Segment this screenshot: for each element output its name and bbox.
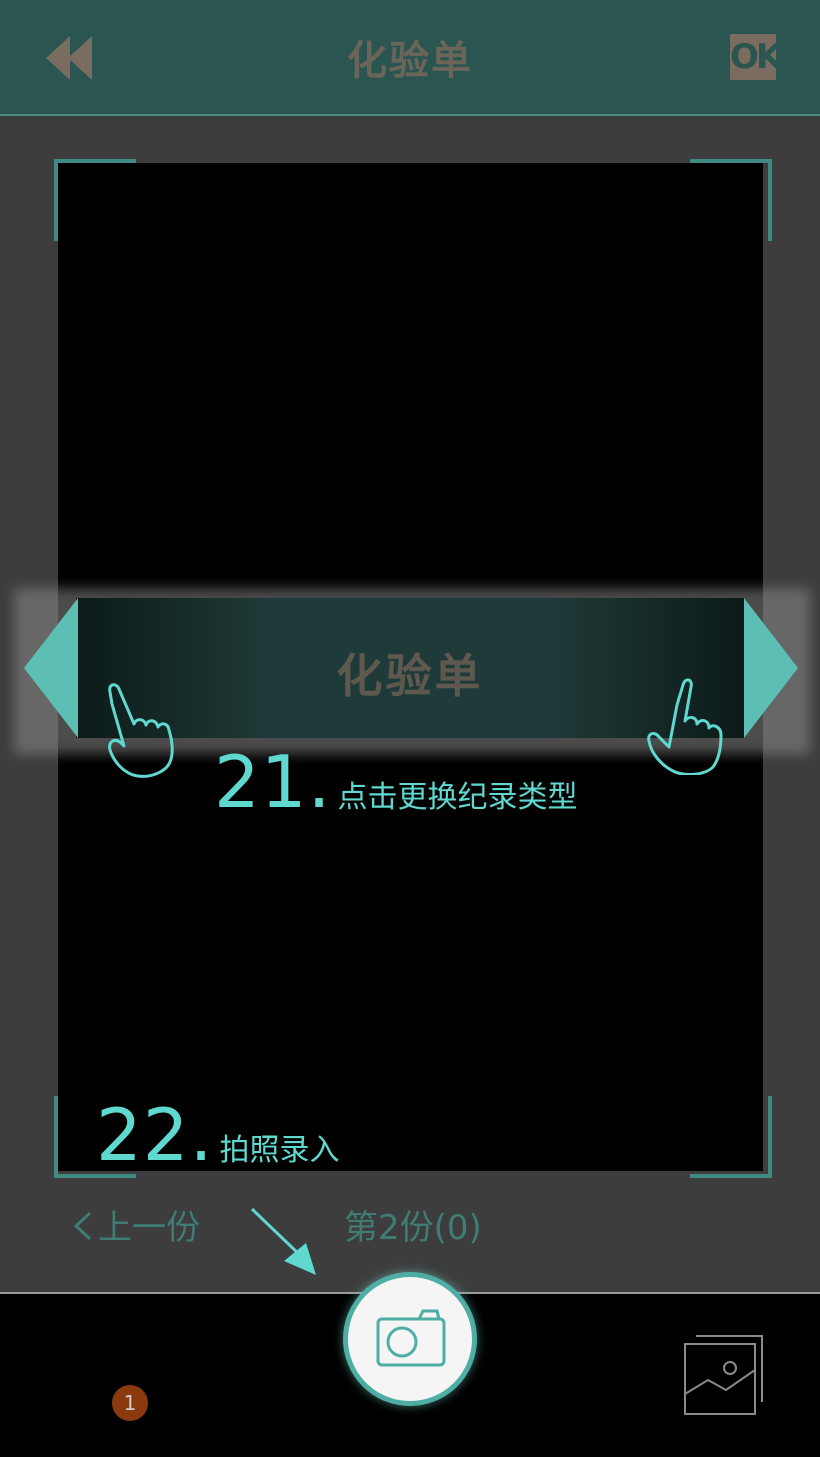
page-indicator: 第2份(0) bbox=[344, 1208, 482, 1248]
frame-corner-top-left bbox=[54, 159, 136, 241]
tip-text: 点击更换纪录类型 bbox=[337, 780, 578, 815]
previous-record-button[interactable]: 上一份 bbox=[72, 1200, 200, 1249]
chevron-left-icon bbox=[73, 1211, 92, 1241]
triangle-right-icon bbox=[744, 598, 798, 738]
hand-pointer-icon bbox=[100, 678, 180, 778]
ok-button[interactable]: OK bbox=[730, 34, 782, 80]
triangle-left-icon bbox=[24, 598, 78, 738]
count-badge[interactable]: 1 bbox=[112, 1385, 148, 1421]
tip-number: 21. bbox=[214, 740, 332, 824]
page-title: 化验单 bbox=[347, 38, 473, 84]
camera-icon bbox=[376, 1309, 446, 1367]
gallery-button[interactable] bbox=[682, 1332, 764, 1416]
gallery-icon bbox=[684, 1335, 763, 1415]
tip-take-photo: 22. 拍照录入 bbox=[96, 1093, 340, 1177]
next-type-button[interactable] bbox=[744, 598, 798, 738]
hand-pointer-icon bbox=[643, 675, 723, 776]
tip-number: 22. bbox=[96, 1093, 214, 1177]
pointer-arrow-icon bbox=[248, 1205, 328, 1285]
top-bar: 化验单 OK bbox=[0, 0, 820, 116]
prev-type-button[interactable] bbox=[24, 598, 78, 738]
tip-text: 拍照录入 bbox=[219, 1133, 340, 1168]
previous-record-label: 上一份 bbox=[98, 1208, 200, 1248]
frame-corner-top-right bbox=[690, 159, 772, 241]
shutter-button[interactable] bbox=[343, 1272, 477, 1406]
tip-change-record-type: 21. 点击更换纪录类型 bbox=[214, 740, 578, 824]
frame-corner-bottom-right bbox=[690, 1096, 772, 1178]
